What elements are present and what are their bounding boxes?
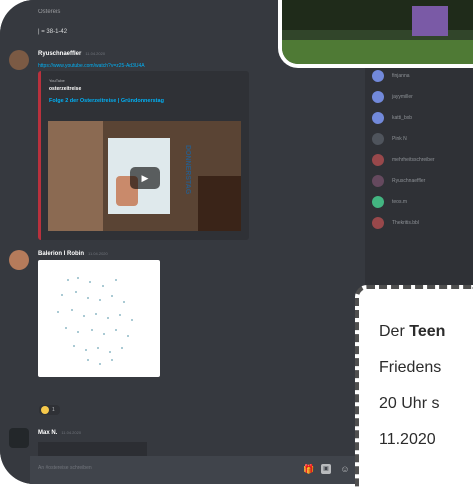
grinning-emoji-icon [41,406,49,414]
member-name[interactable]: Thekritis.bbl [392,220,419,226]
member-name[interactable]: Pink N [392,136,407,142]
member-name[interactable]: teos.m [392,199,407,205]
emoji-icon[interactable]: ☺ [340,464,350,474]
avatar[interactable] [9,250,29,270]
member-name[interactable]: jayymiller [392,94,413,100]
member-avatar [372,133,384,145]
overlay-line-2: Friedens [379,359,442,376]
overlay-line-1: Der Teen [379,323,445,341]
gif-icon[interactable]: ▣ [321,464,331,474]
overlay-line-4: 11.2020 [379,431,436,448]
member-avatar [372,154,384,166]
member-item[interactable]: teos.m [372,196,467,210]
text-overlay: Der Teen Friedens 20 Uhr s 11.2020 [355,285,473,488]
leaf-decor [48,121,103,231]
message-author[interactable]: Balerion I Robin 11.04.2020 [38,251,108,257]
author-name[interactable]: Ryuschnaeffler [38,51,81,57]
scatter-image [57,277,133,365]
reaction-button[interactable]: 1 [39,405,60,415]
member-name[interactable]: finjanna [392,73,410,79]
member-name[interactable]: katti_bxb [392,115,412,121]
youtube-link[interactable]: https://www.youtube.com/watch?v=z25-Ad3U… [38,63,145,69]
image-attachment[interactable] [38,260,160,377]
overlay-bold-text: Teen [409,323,446,340]
message-author[interactable]: Ryuschnaeffler 11.04.2020 [38,51,105,57]
embed-author[interactable]: osterzeitreise [49,86,81,92]
member-avatar [372,70,384,82]
member-avatar [372,112,384,124]
play-icon[interactable]: ▶ [130,167,160,189]
message-input[interactable]: An #ostereise schreiben [38,465,92,471]
member-avatar [372,175,384,187]
gift-icon[interactable]: 🎁 [303,464,314,474]
photo-inset [278,0,473,68]
video-embed: YouTube osterzeitreise Folge 2 der Oster… [38,71,249,240]
member-name[interactable]: Ryuschnaeffler [392,178,425,184]
message-author[interactable]: Max N. 11.04.2020 [38,430,81,436]
message-text: | = 38-1-42 [38,29,68,35]
member-item[interactable]: finjanna [372,70,467,84]
embed-title[interactable]: Folge 2 der Osterzeitreise | Gründonners… [49,98,164,104]
member-item[interactable]: katti_bxb [372,112,467,126]
embed-provider[interactable]: YouTube [49,78,65,83]
member-item[interactable]: Pink N [372,133,467,147]
thumbnail-title: DONNERSTAG [184,145,191,195]
member-name[interactable]: mehrheitsschreiber [392,157,435,163]
banner-decor [412,6,448,36]
message-timestamp: 11.04.2020 [85,51,106,56]
overlay-text: Der [379,323,410,340]
member-avatar [372,91,384,103]
channel-header: Ostereis [38,9,61,15]
member-item[interactable]: jayymiller [372,91,467,105]
reaction-count: 1 [52,407,55,413]
author-name[interactable]: Max N. [38,430,57,436]
member-item[interactable]: Thekritis.bbl [372,217,467,231]
message-timestamp: 11.04.2020 [61,430,82,435]
member-item[interactable]: Ryuschnaeffler [372,175,467,189]
grass-decor [282,40,473,64]
avatar[interactable] [9,428,29,448]
overlay-line-3: 20 Uhr s [379,395,440,412]
chat-area: Ostereis | = 38-1-42 Ryuschnaeffler 11.04… [0,0,365,484]
member-avatar [372,217,384,229]
message-input-bar[interactable]: An #ostereise schreiben 🎁 ▣ ☺ [30,456,365,484]
member-avatar [372,196,384,208]
chocolate-decor [198,176,241,231]
video-thumbnail[interactable]: DONNERSTAG ▶ [48,121,241,231]
author-name[interactable]: Balerion I Robin [38,251,84,257]
avatar[interactable] [9,50,29,70]
member-item[interactable]: mehrheitsschreiber [372,154,467,168]
message-timestamp: 11.04.2020 [88,251,108,256]
